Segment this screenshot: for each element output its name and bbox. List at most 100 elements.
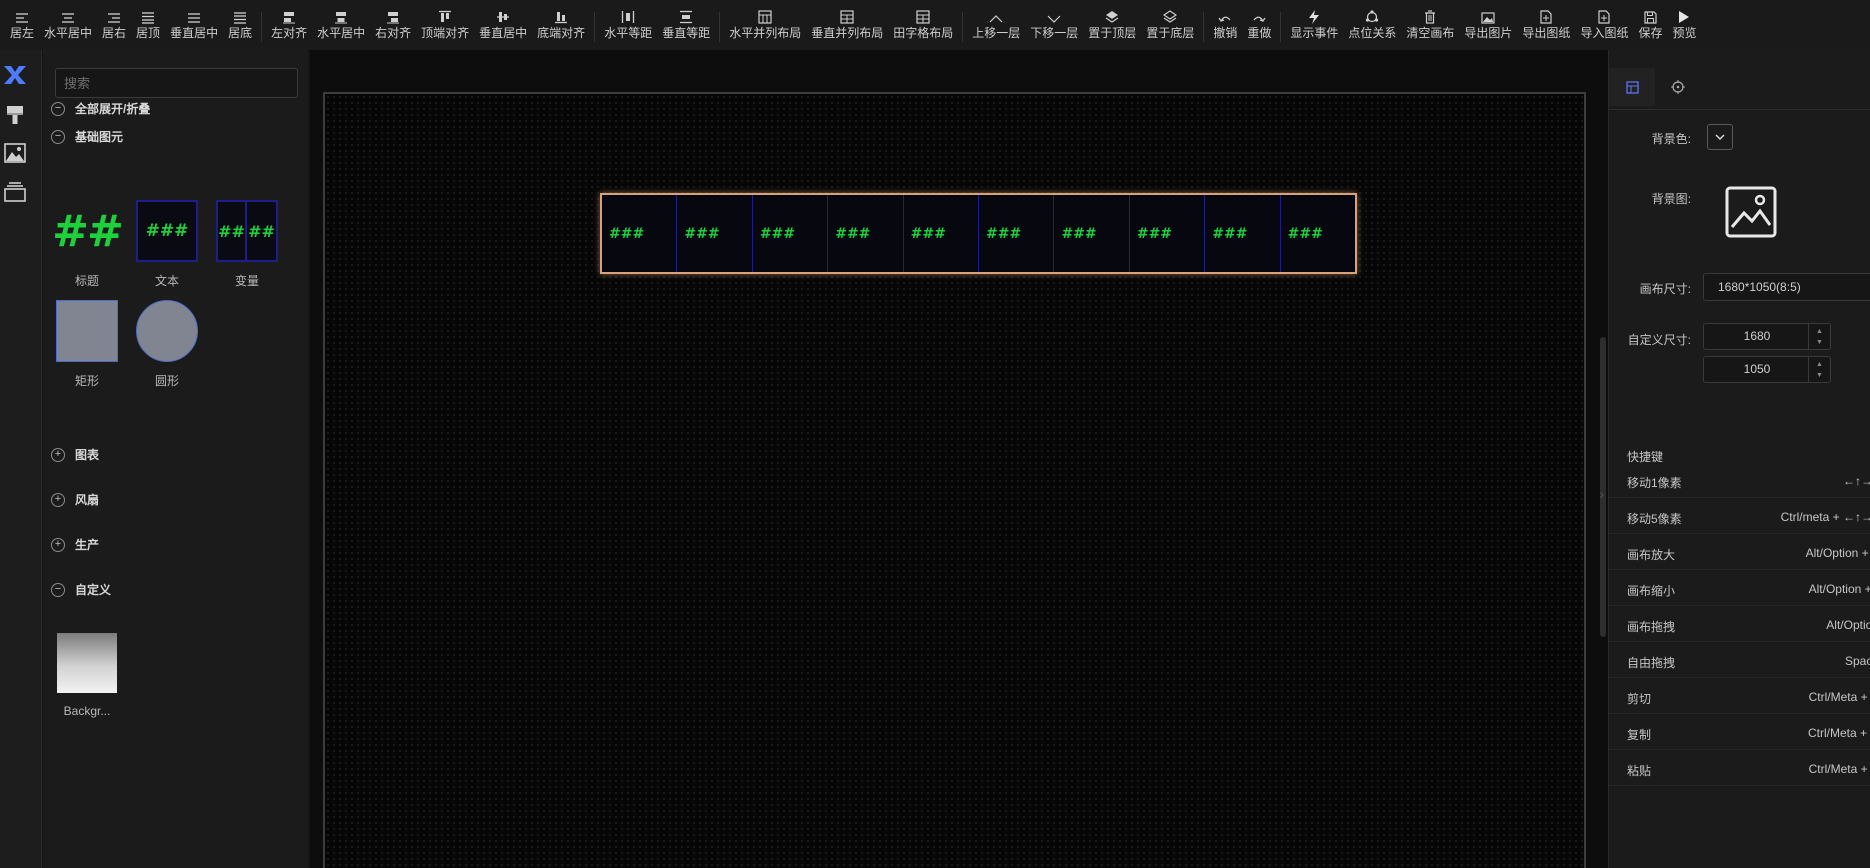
variable-cell[interactable]: ### (602, 195, 678, 272)
toolbar-button-redo[interactable]: 重做 (1242, 0, 1276, 50)
shortcut-name: 移动1像素 (1627, 476, 1682, 490)
toolbar-separator (962, 12, 964, 42)
toolbar-button-save[interactable]: 保存 (1633, 0, 1667, 50)
toolbar-button-layer-top[interactable]: 置于顶层 (1083, 0, 1141, 50)
toolbar-button-align-middle-v[interactable]: 垂直居中 (165, 0, 223, 50)
height-stepper[interactable]: ▲ ▼ (1808, 357, 1830, 382)
shortcut-keys: Ctrl/Meta + C (1807, 726, 1870, 740)
width-stepper[interactable]: ▲ ▼ (1808, 324, 1830, 349)
height-input[interactable]: 1050 ▲ ▼ (1703, 356, 1831, 383)
variable-cell[interactable]: ### (1130, 195, 1206, 272)
toolbar-button-align-left[interactable]: 居左 (5, 0, 39, 50)
variable-cell[interactable]: ### (1205, 195, 1281, 272)
toolbar-button-undo[interactable]: 撤销 (1208, 0, 1242, 50)
group-chart[interactable]: + 图表 (51, 446, 99, 463)
toolbar-button-left-align[interactable]: 左对齐 (266, 0, 312, 50)
toolbar-button-chevron-up[interactable]: 上移一层 (967, 0, 1025, 50)
tab-divider (1609, 109, 1870, 110)
search-input[interactable] (55, 68, 298, 98)
chevron-up-icon[interactable]: ▲ (1816, 359, 1823, 370)
variable-cell[interactable]: ### (1281, 195, 1355, 272)
paint-brush-icon[interactable] (4, 102, 26, 128)
toolbar-button-label: 置于顶层 (1088, 26, 1137, 40)
save-icon (1644, 0, 1657, 26)
selected-variable-widget[interactable]: ### ### ### ### ### ### ### ### ### ### (600, 193, 1357, 274)
right-align-icon (386, 0, 400, 26)
toolbar-button-horizontal-center[interactable]: 水平居中 (312, 0, 370, 50)
chevron-up-icon[interactable]: ▲ (1816, 326, 1823, 337)
toolbar-button-label: 底端对齐 (537, 26, 586, 40)
bg-color-picker[interactable] (1707, 124, 1733, 150)
toolbar-button-trash[interactable]: 清空画布 (1401, 0, 1459, 50)
toolbar-button-align-right[interactable]: 居右 (97, 0, 131, 50)
toolbar: 居左 水平居中 居右 居顶 垂直居中 居底 左对齐 水平居中 右对齐 顶端对齐 垂直居中 底端对齐 水平… (0, 0, 1870, 50)
toolbar-button-horizontal-layout[interactable]: 水平并列布局 (724, 0, 806, 50)
shortcut-row: 复制 Ctrl/Meta + C (1609, 720, 1870, 750)
components-icon[interactable] (4, 62, 26, 88)
component-title[interactable]: ## 标题 (52, 200, 124, 289)
canvas-size-select[interactable]: 1680*1050(8:5) (1703, 273, 1870, 301)
toolbar-button-image[interactable]: 导出图片 (1459, 0, 1517, 50)
group-custom[interactable]: − 自定义 (51, 581, 111, 598)
tab-interaction[interactable] (1655, 68, 1701, 106)
toolbar-button-right-align[interactable]: 右对齐 (370, 0, 416, 50)
component-background[interactable]: Backgr... (52, 632, 122, 718)
export-file-icon (1540, 0, 1553, 26)
layer-bottom-icon (1163, 0, 1178, 26)
variable-cell[interactable]: ### (979, 195, 1055, 272)
component-circle[interactable]: 圆形 (132, 300, 202, 389)
component-text[interactable]: ### 文本 (132, 200, 202, 289)
group-basic[interactable]: − 基础图元 (51, 128, 123, 145)
group-fan-label: 风扇 (75, 493, 100, 507)
bg-image-label: 背景图: (1651, 192, 1691, 206)
toolbar-button-vertical-distribute[interactable]: 垂直等距 (657, 0, 715, 50)
expand-all-label: 全部展开/折叠 (75, 102, 151, 116)
toolbar-button-import-file[interactable]: 导入图纸 (1575, 0, 1633, 50)
toolbar-button-grid-layout[interactable]: 田字格布局 (888, 0, 958, 50)
expand-all-toggle[interactable]: − 全部展开/折叠 (51, 100, 150, 117)
toolbar-button-chevron-down[interactable]: 下移一层 (1025, 0, 1083, 50)
toolbar-button-bottom-align[interactable]: 底端对齐 (532, 0, 590, 50)
image-icon[interactable] (4, 140, 26, 166)
vertical-distribute-icon (679, 0, 693, 26)
align-bottom-icon (233, 0, 247, 26)
toolbar-button-vertical-layout[interactable]: 垂直并列布局 (806, 0, 888, 50)
variable-cell[interactable]: ### (904, 195, 980, 272)
toolbar-button-top-align[interactable]: 顶端对齐 (416, 0, 474, 50)
toolbar-button-lightning[interactable]: 显示事件 (1285, 0, 1343, 50)
toolbar-button-align-bottom[interactable]: 居底 (223, 0, 257, 50)
background-thumbnail (56, 632, 118, 694)
component-variable[interactable]: ## ## 变量 (212, 200, 282, 289)
toolbar-button-export-file[interactable]: 导出图纸 (1517, 0, 1575, 50)
variable-cell[interactable]: ### (828, 195, 904, 272)
toolbar-button-vertical-center[interactable]: 垂直居中 (474, 0, 532, 50)
left-align-icon (282, 0, 296, 26)
chevron-down-icon[interactable]: ▼ (1816, 370, 1823, 381)
shortcut-keys: Ctrl/meta + ←↑→↓ (1780, 510, 1870, 524)
toolbar-button-align-center-h[interactable]: 水平居中 (39, 0, 97, 50)
shortcut-row: 移动5像素 Ctrl/meta + ←↑→↓ (1609, 504, 1870, 534)
toolbar-button-layer-bottom[interactable]: 置于底层 (1141, 0, 1199, 50)
group-production[interactable]: + 生产 (51, 536, 99, 553)
tab-canvas-settings[interactable] (1609, 68, 1655, 106)
collapse-panel-icon[interactable]: › (1599, 486, 1604, 502)
text-thumbnail: ### (136, 200, 198, 262)
variable-cell[interactable]: ### (677, 195, 753, 272)
width-input[interactable]: 1680 ▲ ▼ (1703, 323, 1831, 350)
toolbar-button-align-top[interactable]: 居顶 (131, 0, 165, 50)
bg-image-upload[interactable] (1724, 185, 1778, 239)
toolbar-button-horizontal-distribute[interactable]: 水平等距 (599, 0, 657, 50)
height-value: 1050 (1743, 362, 1771, 376)
toolbar-button-label: 点位关系 (1348, 26, 1397, 40)
left-icon-strip (0, 50, 42, 868)
variable-cell[interactable]: ### (1054, 195, 1130, 272)
component-panel: − 全部展开/折叠 − 基础图元 ## 标题 ### 文本 ## ## 变量 (43, 50, 308, 868)
component-rect[interactable]: 矩形 (52, 300, 122, 389)
canvas[interactable]: ### ### ### ### ### ### ### ### ### ### (323, 92, 1586, 868)
chevron-down-icon[interactable]: ▼ (1816, 337, 1823, 348)
group-fan[interactable]: + 风扇 (51, 491, 99, 508)
layers-icon[interactable] (4, 179, 26, 205)
toolbar-button-relation[interactable]: 点位关系 (1343, 0, 1401, 50)
toolbar-button-play[interactable]: 预览 (1667, 0, 1701, 50)
variable-cell[interactable]: ### (753, 195, 829, 272)
